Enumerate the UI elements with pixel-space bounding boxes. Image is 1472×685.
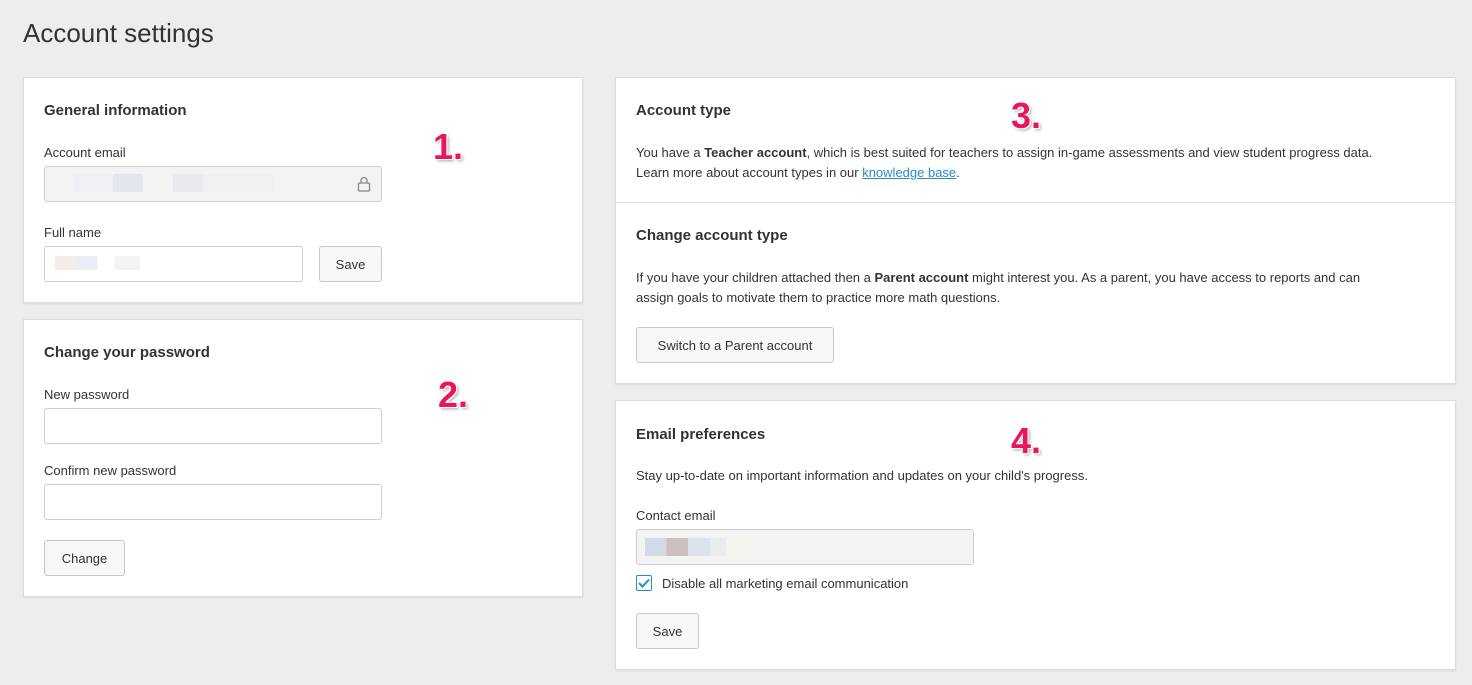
general-information-title: General information (44, 102, 187, 119)
redacted-email (73, 174, 273, 192)
disable-marketing-label[interactable]: Disable all marketing email communicatio… (662, 576, 908, 591)
new-password-label: New password (44, 387, 130, 402)
email-preferences-title: Email preferences (636, 426, 766, 443)
change-password-card: Change your password New password Confir… (23, 319, 583, 597)
redacted-contact-email (645, 538, 753, 556)
account-type-text: You have a (636, 145, 705, 160)
confirm-password-label: Confirm new password (44, 463, 177, 478)
parent-account-text: Parent account (874, 270, 969, 285)
contact-email-field[interactable] (636, 529, 974, 565)
new-password-field[interactable] (44, 408, 382, 444)
checkmark-icon (638, 578, 650, 588)
change-type-text-3: assign goals to motivate them to practic… (636, 290, 1001, 305)
step-marker-3: 3. (1011, 95, 1042, 136)
change-type-text: If you have your children attached then … (636, 270, 875, 285)
page-title: Account settings (23, 18, 214, 48)
confirm-password-field[interactable] (44, 484, 382, 520)
email-preferences-description: Stay up-to-date on important information… (636, 468, 1088, 483)
full-name-field[interactable] (44, 246, 303, 282)
change-password-title: Change your password (44, 344, 210, 361)
redacted-name (55, 256, 140, 270)
step-marker-4: 4. (1011, 420, 1042, 461)
account-type-title: Account type (636, 102, 732, 119)
change-account-type-title: Change account type (636, 227, 788, 244)
change-account-type-description: If you have your children attached then … (636, 268, 1436, 308)
step-marker-1: 1. (433, 126, 464, 167)
save-name-button[interactable]: Save (319, 246, 382, 282)
full-name-label: Full name (44, 225, 102, 240)
change-password-button[interactable]: Change (44, 540, 125, 576)
lock-icon (357, 176, 371, 197)
account-email-label: Account email (44, 145, 126, 160)
knowledge-base-link[interactable]: knowledge base (862, 165, 956, 180)
account-type-text-2: , which is best suited for teachers to a… (806, 145, 1373, 160)
switch-to-parent-button[interactable]: Switch to a Parent account (636, 327, 834, 363)
contact-email-label: Contact email (636, 508, 716, 523)
disable-marketing-checkbox[interactable] (636, 575, 652, 591)
change-type-text-2: might interest you. As a parent, you hav… (968, 270, 1361, 285)
learn-more-text: Learn more about account types in our (636, 165, 863, 180)
section-divider (616, 202, 1455, 203)
account-email-field[interactable] (44, 166, 382, 202)
account-type-description: You have a Teacher account, which is bes… (636, 143, 1436, 183)
step-marker-2: 2. (438, 374, 469, 415)
save-email-preferences-button[interactable]: Save (636, 613, 699, 649)
teacher-account-text: Teacher account (704, 145, 807, 160)
period-text: . (956, 165, 960, 180)
general-information-card: General information Account email Full n… (23, 77, 583, 303)
